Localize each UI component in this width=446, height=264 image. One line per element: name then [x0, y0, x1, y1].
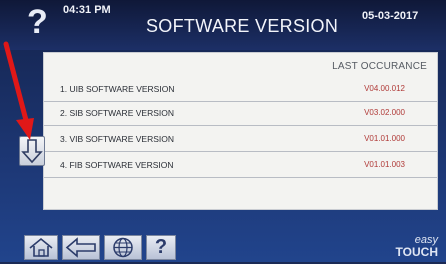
row-value: V03.02.000 [364, 108, 405, 117]
header-bar: ? 04:31 PM SOFTWARE VERSION 05-03-2017 [0, 0, 446, 50]
column-header-last-occurance: LAST OCCURANCE [332, 61, 427, 72]
home-icon [29, 237, 53, 257]
table-row: 1. UIB SOFTWARE VERSION V04.00.012 [44, 77, 437, 102]
screen: ? 04:31 PM SOFTWARE VERSION 05-03-2017 L… [0, 0, 446, 262]
row-value: V04.00.012 [364, 84, 405, 93]
row-value: V01.01.003 [364, 160, 405, 169]
date-display: 05-03-2017 [362, 10, 419, 22]
row-value: V01.01.000 [364, 134, 405, 143]
back-arrow-icon [65, 237, 96, 258]
time-display: 04:31 PM [63, 4, 111, 16]
home-button[interactable] [24, 235, 58, 260]
table-row: 4. FIB SOFTWARE VERSION V01.01.003 [44, 153, 437, 178]
bottom-nav-bar: ? easy TOUCH [0, 224, 446, 262]
page-title: SOFTWARE VERSION [146, 16, 339, 36]
back-button[interactable] [62, 235, 100, 260]
brand-logo: easy TOUCH [386, 234, 438, 258]
table-row: 2. SIB SOFTWARE VERSION V03.02.000 [44, 101, 437, 126]
globe-icon [113, 237, 133, 258]
table-row: 3. VIB SOFTWARE VERSION V01.01.000 [44, 127, 437, 152]
language-button[interactable] [104, 235, 142, 260]
help-button[interactable]: ? [146, 235, 176, 260]
annotation-arrow [3, 41, 34, 140]
row-label: 2. SIB SOFTWARE VERSION [60, 108, 174, 118]
software-version-panel: LAST OCCURANCE 1. UIB SOFTWARE VERSION V… [43, 52, 438, 210]
row-label: 4. FIB SOFTWARE VERSION [60, 160, 174, 170]
row-label: 1. UIB SOFTWARE VERSION [60, 84, 175, 94]
help-icon[interactable]: ? [27, 2, 48, 42]
brand-line-2: TOUCH [395, 245, 438, 259]
row-label: 3. VIB SOFTWARE VERSION [60, 134, 174, 144]
